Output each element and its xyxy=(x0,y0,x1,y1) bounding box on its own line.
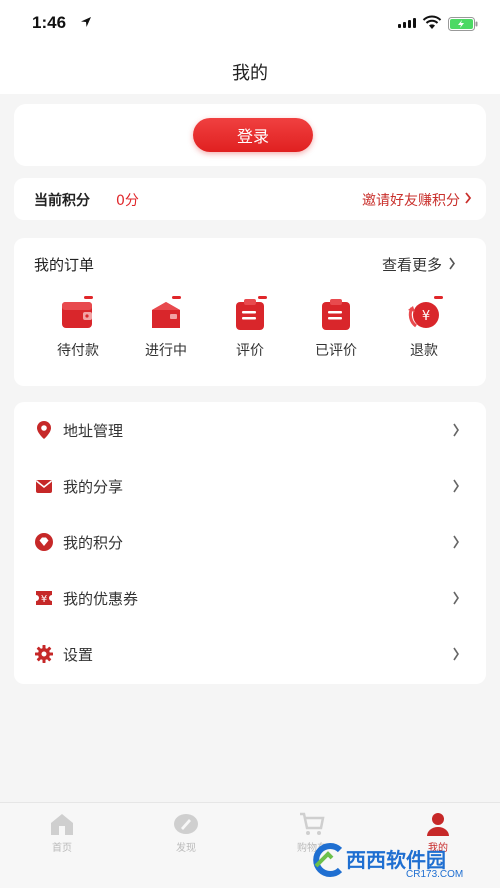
order-in-progress[interactable]: 进行中 xyxy=(126,296,206,360)
chevron-right-icon xyxy=(453,535,459,549)
view-more-link[interactable]: 查看更多 xyxy=(382,254,442,275)
tab-home[interactable]: 首页 xyxy=(32,811,92,854)
menu-item-share[interactable]: 我的分享 xyxy=(14,458,486,514)
menu-item-address[interactable]: 地址管理 xyxy=(14,402,486,458)
tab-label: 首页 xyxy=(52,843,72,854)
menu-item-settings[interactable]: 设置 xyxy=(14,626,486,682)
menu-item-coupons[interactable]: ¥ 我的优惠券 xyxy=(14,570,486,626)
order-refund[interactable]: ¥ 退款 xyxy=(384,296,464,360)
tab-label: 发现 xyxy=(176,843,196,854)
compass-icon xyxy=(174,814,198,834)
chevron-right-icon[interactable] xyxy=(464,192,472,204)
watermark-sub: CR173.COM xyxy=(406,869,464,880)
order-item-label: 退款 xyxy=(410,343,438,359)
menu-item-label: 我的分享 xyxy=(63,478,124,496)
login-card: 登录 xyxy=(14,104,486,166)
home-icon xyxy=(51,814,73,835)
menu-item-points[interactable]: 我的积分 xyxy=(14,514,486,570)
orders-card: 我的订单 查看更多 待付款 进行中 评价 已评价 ¥ 退款 xyxy=(14,238,486,386)
status-bar: 1:46 xyxy=(0,0,500,48)
login-button[interactable]: 登录 xyxy=(193,118,313,152)
menu-card: 地址管理 我的分享 我的积分 ¥ 我的优惠券 设置 xyxy=(14,402,486,684)
chevron-right-icon[interactable] xyxy=(448,257,456,270)
order-reviewed[interactable]: 已评价 xyxy=(296,296,376,360)
page-title: 我的 xyxy=(232,63,268,84)
invite-friends-link[interactable]: 邀请好友赚积分 xyxy=(362,190,460,210)
points-label: 当前积分 xyxy=(34,193,90,209)
refund-icon: ¥ xyxy=(408,296,443,328)
location-arrow-icon xyxy=(81,17,91,27)
tab-discover[interactable]: 发现 xyxy=(156,811,216,854)
location-pin-icon xyxy=(37,421,51,439)
diamond-icon xyxy=(35,533,53,551)
status-time: 1:46 xyxy=(32,13,67,32)
points-card: 当前积分 0分 邀请好友赚积分 xyxy=(14,178,486,220)
chevron-right-icon xyxy=(453,647,459,661)
envelope-icon xyxy=(36,480,52,493)
nav-bar: 我的 xyxy=(0,48,500,94)
chevron-right-icon xyxy=(453,591,459,605)
orders-title: 我的订单 xyxy=(34,256,95,274)
svg-text:¥: ¥ xyxy=(41,594,47,605)
package-icon xyxy=(152,296,181,328)
chevron-right-icon xyxy=(453,479,459,493)
battery-icon xyxy=(448,17,478,31)
order-item-label: 进行中 xyxy=(145,343,187,359)
menu-item-label: 设置 xyxy=(63,646,94,664)
menu-item-label: 我的积分 xyxy=(63,534,124,552)
order-to-review[interactable]: 评价 xyxy=(210,296,290,360)
order-pending-payment[interactable]: 待付款 xyxy=(38,296,118,360)
svg-text:¥: ¥ xyxy=(422,309,430,324)
watermark-c-icon xyxy=(313,843,343,877)
gear-icon xyxy=(35,645,53,663)
coupon-icon: ¥ xyxy=(36,591,52,605)
order-item-label: 评价 xyxy=(236,343,264,359)
cellular-signal-icon xyxy=(398,18,416,28)
clipboard-done-icon xyxy=(322,299,350,330)
clipboard-icon xyxy=(236,296,267,330)
menu-item-label: 我的优惠券 xyxy=(63,590,139,608)
wallet-icon xyxy=(62,296,93,328)
points-value: 0分 xyxy=(116,193,139,209)
chevron-right-icon xyxy=(453,423,459,437)
watermark-logo: 西西软件园 CR173.COM xyxy=(302,834,498,886)
menu-item-label: 地址管理 xyxy=(63,422,124,440)
order-item-label: 待付款 xyxy=(57,343,99,359)
order-item-label: 已评价 xyxy=(315,343,357,359)
wifi-icon xyxy=(422,15,442,29)
